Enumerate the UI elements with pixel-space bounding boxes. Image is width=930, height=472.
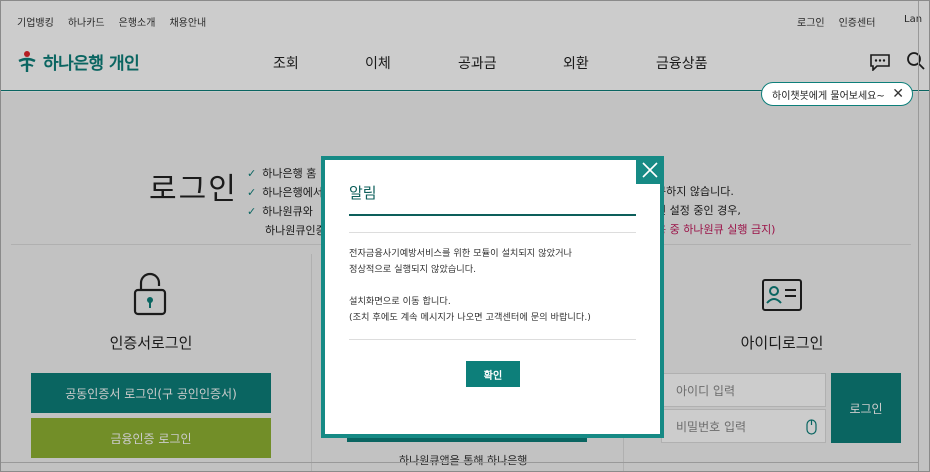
alert-dialog: 알림 전자금융사기예방서비스를 위한 모듈이 설치되지 않았거나 정상적으로 실… <box>321 156 664 438</box>
window-edge <box>1 462 919 463</box>
chatbot-tooltip[interactable]: 하이챗봇에게 물어보세요~ ✕ <box>761 82 913 106</box>
dialog-divider <box>349 339 636 340</box>
dialog-close-button[interactable] <box>636 156 664 184</box>
window-edge <box>918 1 919 471</box>
browser-frame: 기업뱅킹 하나카드 은행소개 채용안내 로그인 인증센터 Lan 하나은행 개인… <box>0 0 930 472</box>
dialog-message: 전자금융사기예방서비스를 위한 모듈이 설치되지 않았거나 정상적으로 실행되지… <box>349 248 591 323</box>
close-icon <box>642 162 658 178</box>
chatbot-tooltip-text: 하이챗봇에게 물어보세요~ <box>772 90 885 102</box>
dialog-divider <box>349 232 636 233</box>
confirm-button[interactable]: 확인 <box>466 361 520 387</box>
dialog-title: 알림 <box>349 184 377 202</box>
dialog-title-underline <box>349 214 636 216</box>
close-icon[interactable]: ✕ <box>892 86 904 102</box>
